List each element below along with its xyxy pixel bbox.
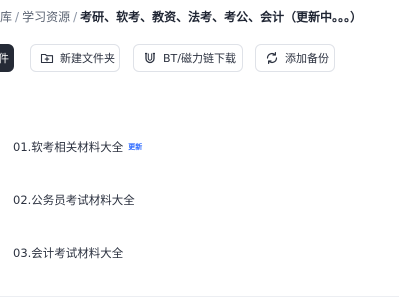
sync-icon [265,51,279,65]
upload-button-label: 件 [0,52,9,65]
file-name: 03.会计考试材料大全 [13,245,123,261]
divider [0,296,399,297]
file-list: 01.软考相关材料大全 更新 02.公务员考试材料大全 03.会计考试材料大全 [0,120,399,279]
add-backup-button[interactable]: 添加备份 [255,44,335,72]
list-item[interactable]: 03.会计考试材料大全 [0,226,399,279]
upload-button[interactable]: 件 [0,44,14,72]
breadcrumb-separator: / [73,10,78,24]
new-folder-button[interactable]: 新建文件夹 [30,44,120,72]
file-manager-page: 库 / 学习资源 / 考研、软考、教资、法考、考公、会计（更新中。。。） 件 新建文件夹 [0,0,399,300]
update-badge: 更新 [128,143,143,151]
file-name: 01.软考相关材料大全 更新 [13,139,142,155]
file-name-text: 03.会计考试材料大全 [13,246,124,260]
bt-magnet-download-button[interactable]: BT/磁力链下载 [133,44,243,72]
breadcrumb-current-folder: 考研、软考、教资、法考、考公、会计（更新中。。。） [80,10,363,24]
file-name-text: 02.公务员考试材料大全 [13,193,135,207]
file-name: 02.公务员考试材料大全 [13,192,135,208]
list-item[interactable]: 02.公务员考试材料大全 [0,173,399,226]
magnet-icon [143,51,157,65]
breadcrumb-separator: / [15,10,20,24]
new-folder-button-label: 新建文件夹 [60,52,115,65]
breadcrumb: 库 / 学习资源 / 考研、软考、教资、法考、考公、会计（更新中。。。） [0,9,362,25]
toolbar: 件 新建文件夹 BT/磁力链下载 添加备份 [0,44,399,74]
breadcrumb-item-learning-resources[interactable]: 学习资源 [22,10,70,24]
file-name-text: 01.软考相关材料大全 [13,140,124,154]
breadcrumb-item-library[interactable]: 库 [0,10,12,24]
list-item[interactable]: 01.软考相关材料大全 更新 [0,120,399,173]
bt-magnet-download-label: BT/磁力链下载 [163,52,236,65]
folder-plus-icon [40,51,54,65]
add-backup-button-label: 添加备份 [285,52,329,65]
